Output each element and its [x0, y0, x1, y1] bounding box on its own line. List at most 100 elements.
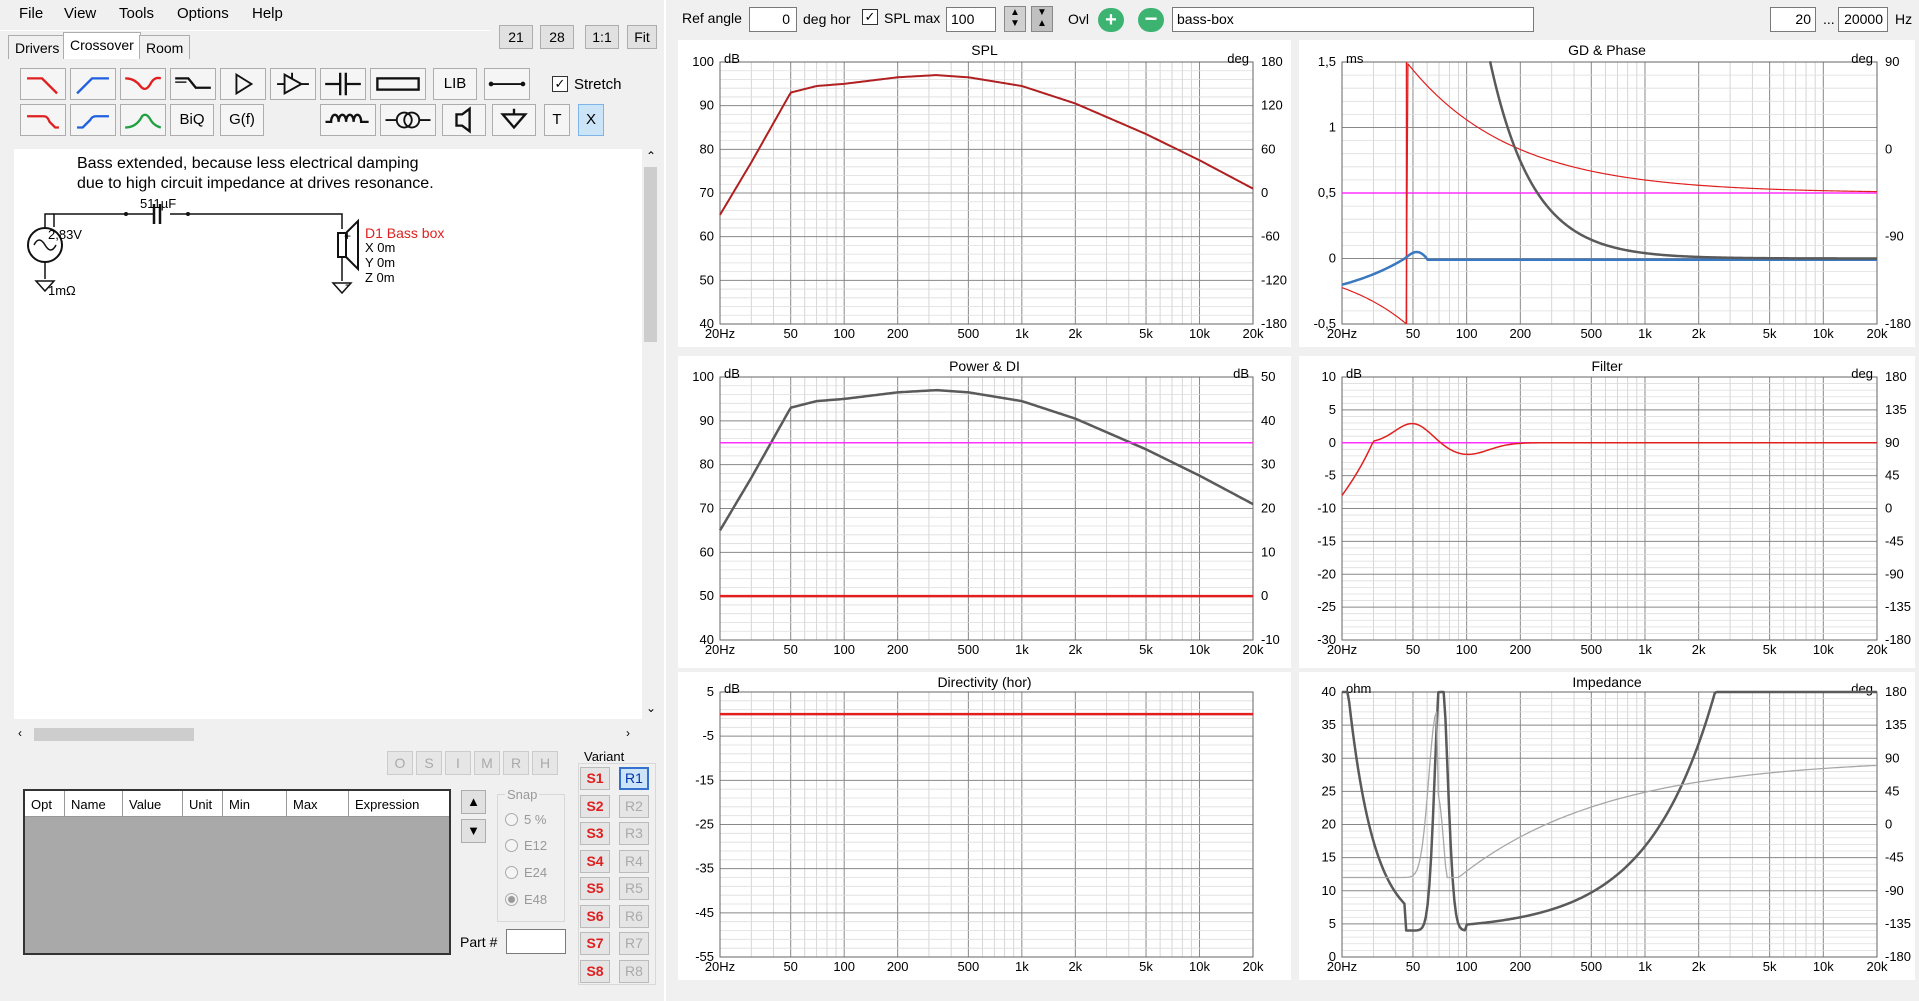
variant-r6-button[interactable]: R6 [619, 904, 649, 928]
zoom-21-button[interactable]: 21 [499, 25, 533, 49]
move-down-button[interactable]: ▼ [461, 819, 486, 843]
freq-min-input[interactable]: 20 [1770, 7, 1816, 32]
inductor-tool[interactable] [320, 104, 376, 136]
speaker-tool[interactable] [442, 104, 486, 136]
y-tick-label: 40 [1322, 684, 1336, 699]
notch-tool[interactable] [120, 68, 166, 100]
x-tick-label: 1k [1015, 326, 1029, 341]
snap-e48-radio[interactable]: E48 [505, 892, 547, 907]
variant-r1-button[interactable]: R1 [619, 767, 649, 790]
opt-m-button[interactable]: M [474, 751, 500, 775]
biquad-tool[interactable]: BiQ [170, 104, 214, 136]
variant-r8-button[interactable]: R8 [619, 959, 649, 983]
chart-directivity-hor[interactable]: Directivity (hor) 5 -5 -15 -25 -35 -45 -55 dB 20H… [678, 672, 1291, 980]
opt-r-button[interactable]: R [503, 751, 529, 775]
variant-s1-button[interactable]: S1 [580, 767, 610, 790]
move-up-button[interactable]: ▲ [461, 790, 486, 814]
chart-spl[interactable]: SPL 100 90 80 70 60 50 40 180 120 60 0 -60 -120 -180 dB… [678, 40, 1291, 347]
chart-impedance[interactable]: Impedance 40 35 30 25 20 15 10 5 0 180 135 90 45 0 -45-… [1299, 672, 1915, 980]
opt-s-button[interactable]: S [416, 751, 442, 775]
capacitor-tool[interactable] [320, 68, 366, 100]
x-tick-label: 20k [1867, 959, 1888, 974]
variant-s2-button[interactable]: S2 [580, 794, 610, 818]
variant-r7-button[interactable]: R7 [619, 932, 649, 955]
lowpass-tool[interactable] [20, 68, 66, 100]
zoom-fit-button[interactable]: Fit [627, 25, 657, 49]
y-tick-label: -15 [1317, 533, 1336, 548]
amplifier-tool[interactable] [220, 68, 266, 100]
variant-s7-button[interactable]: S7 [580, 932, 610, 955]
variant-r3-button[interactable]: R3 [619, 822, 649, 845]
spl-spin-icon[interactable]: ▲ ▼ [1004, 6, 1026, 32]
add-overlay-icon[interactable]: + [1098, 8, 1124, 32]
variant-r5-button[interactable]: R5 [619, 877, 649, 900]
driver-x-label: X 0m [365, 240, 396, 255]
scroll-right-icon[interactable]: › [626, 726, 630, 740]
wire-tool[interactable] [484, 68, 530, 100]
highpass-tool[interactable] [70, 68, 116, 100]
variant-r4-button[interactable]: R4 [619, 849, 649, 873]
scroll-down-icon[interactable]: ⌄ [646, 701, 656, 715]
schematic-canvas[interactable]: Bass extended, because less electrical d… [14, 149, 642, 719]
opt-o-button[interactable]: O [387, 751, 413, 775]
zoom-1to1-button[interactable]: 1:1 [585, 25, 619, 49]
snap-e12-radio[interactable]: E12 [505, 838, 547, 853]
variant-r2-button[interactable]: R2 [619, 794, 649, 818]
parameter-table[interactable]: Opt Name Value Unit Min Max Expression [23, 789, 451, 955]
zoom-28-button[interactable]: 28 [540, 25, 574, 49]
snap-e24-radio[interactable]: E24 [505, 865, 547, 880]
tab-crossover[interactable]: Crossover [63, 32, 141, 59]
snap-5pct-radio[interactable]: 5 % [505, 812, 546, 827]
variant-s4-button[interactable]: S4 [580, 849, 610, 873]
menu-tools[interactable]: Tools [119, 5, 154, 22]
chart-plot: 1,510,50-0,5900-90-180ms deg20Hz 50 100 200 5… [1314, 51, 1911, 341]
schematic-vertical-scrollbar[interactable]: ⌃ ⌄ [642, 149, 659, 719]
ground-tool[interactable] [492, 104, 536, 136]
bandpass-tool[interactable] [120, 104, 166, 136]
x-tick-label: 500 [1580, 326, 1602, 341]
delete-tool[interactable]: X [578, 104, 604, 136]
highpass2-tool[interactable] [70, 104, 116, 136]
hscroll-thumb[interactable] [34, 728, 194, 741]
transformer-tool[interactable] [380, 104, 436, 136]
stretch-checkbox[interactable]: ✓ [552, 76, 568, 92]
opt-i-button[interactable]: I [445, 751, 471, 775]
lib-tool[interactable]: LIB [433, 68, 477, 100]
variant-s8-button[interactable]: S8 [580, 959, 610, 983]
resistor-tool[interactable] [370, 68, 426, 100]
spl-max-checkbox[interactable]: ✓ [862, 9, 878, 25]
spl-range-icon[interactable]: ▼ ▲ [1031, 6, 1053, 32]
menu-view[interactable]: View [64, 5, 96, 22]
scroll-up-icon[interactable]: ⌃ [646, 149, 656, 163]
project-name-input[interactable]: bass-box [1172, 7, 1534, 32]
part-number-input[interactable] [506, 929, 566, 954]
freq-max-input[interactable]: 20000 [1838, 7, 1888, 32]
variant-s3-button[interactable]: S3 [580, 822, 610, 845]
scroll-left-icon[interactable]: ‹ [18, 726, 22, 740]
chart-plot: 5-5-15-25-35-45-55dB20Hz 50 100 200 500 1k 2k 5… [695, 681, 1264, 974]
chart-power-di[interactable]: Power & DI 100 90 80 70 60 50 40 50 40 30 20 10 0 -10 d… [678, 356, 1291, 668]
variant-s5-button[interactable]: S5 [580, 877, 610, 900]
y-axis-unit: ohm [1346, 681, 1371, 696]
ref-angle-input[interactable]: 0 [749, 7, 797, 32]
panel-splitter[interactable] [664, 0, 666, 1001]
chart-gd-phase[interactable]: GD & Phase 1,5 1 0,5 0 -0,5 90 0 -90 -180 ms deg 20H… [1299, 40, 1915, 347]
chart-filter[interactable]: Filter 10 5 0 -5 -10 -15 -20 -25 -30 180 135 90 45 0 -4… [1299, 356, 1915, 668]
tab-drivers[interactable]: Drivers [8, 35, 67, 59]
variant-s6-button[interactable]: S6 [580, 904, 610, 928]
menu-file[interactable]: File [19, 5, 43, 22]
transfer-function-tool[interactable]: G(f) [220, 104, 264, 136]
scroll-thumb[interactable] [644, 167, 657, 342]
shelf-tool[interactable] [170, 68, 216, 100]
tab-room[interactable]: Room [139, 35, 191, 59]
x-tick-label: 500 [958, 326, 980, 341]
text-tool[interactable]: T [544, 104, 570, 136]
menu-help[interactable]: Help [252, 5, 283, 22]
schematic-horizontal-scrollbar[interactable]: ‹ › [14, 726, 642, 743]
menu-options[interactable]: Options [177, 5, 229, 22]
lowpass2-tool[interactable] [20, 104, 66, 136]
spl-max-input[interactable]: 100 [946, 7, 996, 32]
opamp-tool[interactable] [270, 68, 316, 100]
opt-h-button[interactable]: H [532, 751, 558, 775]
remove-overlay-icon[interactable]: − [1138, 8, 1164, 32]
